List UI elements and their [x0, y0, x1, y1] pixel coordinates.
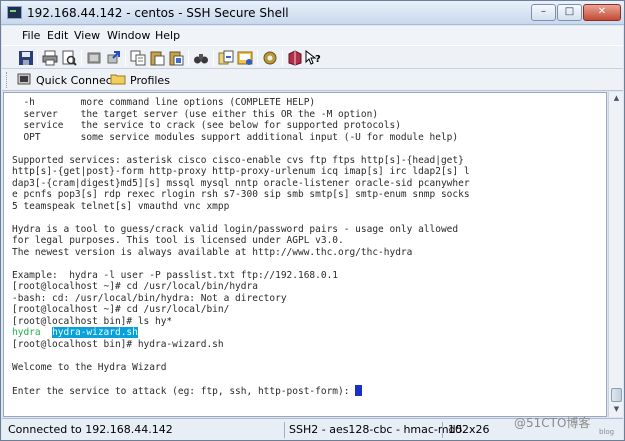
- scroll-up-arrow-icon[interactable]: ▲: [610, 92, 623, 105]
- status-divider: [284, 422, 285, 438]
- profiles-button[interactable]: Profiles: [110, 71, 170, 89]
- maximize-button[interactable]: □: [557, 4, 582, 21]
- new-terminal-icon[interactable]: [237, 50, 253, 66]
- disconnect-icon[interactable]: [86, 50, 102, 66]
- terminal-line: [root@localhost ~]# cd /usr/local/bin/: [12, 304, 230, 315]
- ls-result-hydra-wizard: hydra-wizard.sh: [52, 327, 138, 338]
- ls-result-hydra: hydra: [12, 327, 41, 338]
- menu-file[interactable]: File: [22, 29, 40, 42]
- ssh-client-window: 192.168.44.142 - centos - SSH Secure She…: [0, 0, 625, 441]
- toolbar-grip: [6, 72, 9, 88]
- terminal-line: 5 teamspeak telnet[s] vmauthd vnc xmpp: [12, 200, 230, 212]
- window-title: 192.168.44.142 - centos - SSH Secure She…: [27, 6, 289, 20]
- close-button[interactable]: ✕: [583, 4, 621, 21]
- terminal-line: -h more command line options (COMPLETE H…: [12, 97, 316, 108]
- toolbar-separator: [125, 50, 126, 66]
- terminal-line: e pcnfs pop3[s] rdp rexec rlogin rsh s7-…: [12, 189, 470, 200]
- copy-icon[interactable]: [130, 50, 146, 66]
- file-transfer-icon[interactable]: [218, 50, 234, 66]
- profiles-book-icon[interactable]: [287, 50, 303, 66]
- svg-text:?: ?: [315, 54, 321, 65]
- profiles-label: Profiles: [130, 73, 170, 87]
- toolbar-separator: [257, 50, 258, 66]
- cipher-status: SSH2 - aes128-cbc - hmac-md5: [289, 423, 463, 436]
- toolbar-separator: [282, 50, 283, 66]
- settings-icon[interactable]: [262, 50, 278, 66]
- terminal-line: [root@localhost ~]# cd /usr/local/bin/hy…: [12, 281, 258, 292]
- toolbar-separator: [213, 50, 214, 66]
- prompt-line: Enter the service to attack (eg: ftp, ss…: [12, 384, 363, 398]
- terminal-line: server the target server (use either thi…: [12, 108, 379, 120]
- menu-view[interactable]: View: [74, 29, 100, 42]
- prompt-text: Enter the service to attack (eg: ftp, ss…: [12, 385, 356, 397]
- terminal-line: http[s]-{get|post}-form http-proxy http-…: [12, 166, 470, 177]
- terminal-line: Supported services: asterisk cisco cisco…: [12, 154, 464, 166]
- toolbar-separator: [188, 50, 189, 66]
- toolbar-separator: [81, 50, 82, 66]
- terminal-line: [root@localhost bin]# hydra-wizard.sh: [12, 338, 224, 350]
- terminal-line: service the service to crack (see below …: [12, 120, 401, 131]
- terminal-line: for legal purposes. This tool is license…: [12, 235, 344, 246]
- terminal-line: [root@localhost bin]# ls hy*: [12, 315, 173, 327]
- quick-connect-button[interactable]: Quick Connect: [16, 71, 116, 89]
- terminal-line: The newest version is always available a…: [12, 246, 413, 258]
- menu-bar: File Edit View Window Help: [2, 26, 623, 45]
- terminal-line: Hydra is a tool to guess/crack valid log…: [12, 223, 459, 235]
- status-divider: [442, 422, 443, 438]
- toolbar-separator: [37, 50, 38, 66]
- terminal-line: Example: hydra -l user -P passlist.txt f…: [12, 269, 339, 281]
- quick-connect-icon: [16, 71, 32, 90]
- terminal-cursor: [355, 384, 363, 396]
- terminal-line: dap3[-{cram|digest}md5][s] mssql mysql n…: [12, 177, 470, 189]
- watermark-sub: blog: [599, 428, 615, 436]
- menu-help[interactable]: Help: [155, 29, 180, 42]
- paste-icon[interactable]: [149, 50, 165, 66]
- toolbar: ?: [2, 45, 623, 69]
- watermark: @51CTO博客: [514, 416, 591, 430]
- terminal-line: Welcome to the Hydra Wizard: [12, 361, 167, 373]
- terminal-line: OPT some service modules support additio…: [12, 131, 459, 143]
- scroll-down-arrow-icon[interactable]: ▼: [610, 403, 623, 416]
- terminal-line: -bash: cd: /usr/local/bin/hydra: Not a d…: [12, 292, 287, 304]
- menu-edit[interactable]: Edit: [47, 29, 68, 42]
- folder-icon: [110, 71, 126, 90]
- title-bar: 192.168.44.142 - centos - SSH Secure She…: [1, 1, 624, 25]
- find-icon[interactable]: [193, 50, 209, 66]
- connection-status: Connected to 192.168.44.142: [8, 423, 173, 436]
- menu-window[interactable]: Window: [107, 29, 150, 42]
- print-icon[interactable]: [42, 50, 58, 66]
- quick-connect-icon[interactable]: [105, 50, 121, 66]
- profiles-bar: Quick Connect Profiles: [2, 69, 623, 91]
- ls-output-line: hydra hydra-wizard.sh: [12, 327, 138, 339]
- help-pointer-icon[interactable]: ?: [305, 49, 321, 66]
- print-preview-icon[interactable]: [61, 50, 77, 66]
- quick-connect-label: Quick Connect: [36, 73, 117, 87]
- terminal-scrollbar[interactable]: ▲ ▼: [608, 92, 623, 417]
- terminal-app-icon: [7, 6, 22, 19]
- minimize-button[interactable]: –: [531, 4, 556, 21]
- terminal-size-status: 102x26: [448, 423, 490, 436]
- scrollbar-thumb[interactable]: [611, 388, 622, 402]
- paste-special-icon[interactable]: [168, 50, 184, 66]
- terminal-output[interactable]: -h more command line options (COMPLETE H…: [3, 92, 607, 417]
- save-icon[interactable]: [18, 50, 34, 66]
